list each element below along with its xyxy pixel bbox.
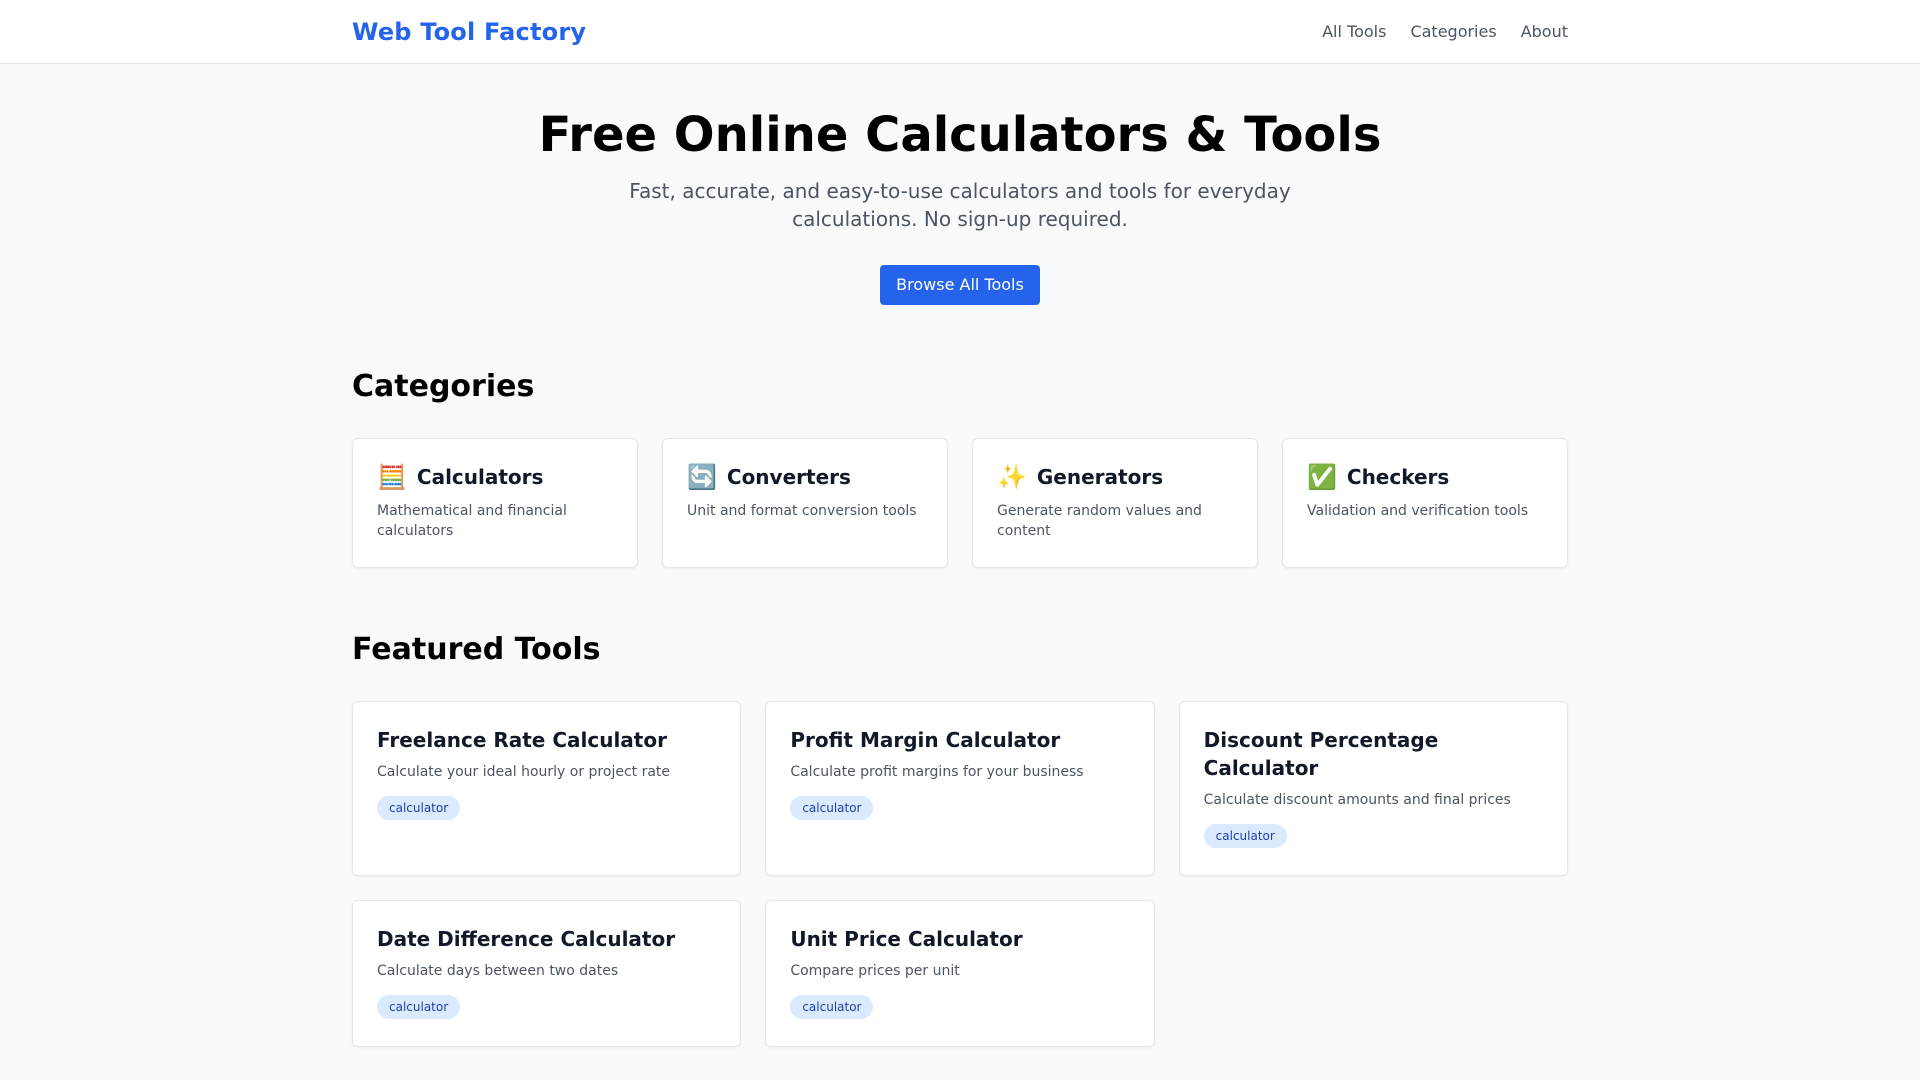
- tool-tag: calculator: [1203, 824, 1287, 849]
- browse-all-tools-button[interactable]: Browse All Tools: [880, 265, 1040, 306]
- tool-name: Unit Price Calculator: [790, 927, 1023, 952]
- site-header: Web Tool Factory All Tools Categories Ab…: [0, 0, 1920, 64]
- tool-description: Calculate your ideal hourly or project r…: [377, 764, 671, 781]
- tool-name: Date Difference Calculator: [377, 927, 676, 952]
- main-content: Free Online Calculators & Tools Fast, ac…: [352, 64, 1568, 1048]
- category-name: Checkers: [1346, 465, 1450, 490]
- category-name: Converters: [726, 465, 851, 490]
- tool-card-date-difference-calculator[interactable]: Date Difference Calculator Calculate day…: [352, 900, 742, 1048]
- category-description: Mathematical and financial calculators: [377, 503, 567, 540]
- category-card-header: ✨ Generators: [997, 463, 1233, 491]
- tool-description: Calculate profit margins for your busine…: [790, 764, 1084, 781]
- tool-tag: calculator: [790, 796, 874, 821]
- main-nav: All Tools Categories About: [1322, 22, 1568, 41]
- categories-heading: Categories: [352, 369, 535, 405]
- category-card-header: 🔄 Converters: [687, 463, 923, 491]
- tool-name: Freelance Rate Calculator: [377, 728, 667, 753]
- category-card-checkers[interactable]: ✅ Checkers Validation and verification t…: [1282, 438, 1568, 569]
- hero-section: Free Online Calculators & Tools Fast, ac…: [352, 64, 1568, 306]
- nav-link-all-tools[interactable]: All Tools: [1322, 22, 1386, 41]
- abacus-icon: 🧮: [377, 463, 407, 492]
- tool-card-unit-price-calculator[interactable]: Unit Price Calculator Compare prices per…: [765, 900, 1155, 1048]
- tool-tag: calculator: [377, 995, 461, 1020]
- category-name: Generators: [1036, 465, 1164, 490]
- category-description: Unit and format conversion tools: [687, 503, 917, 520]
- nav-link-categories[interactable]: Categories: [1410, 22, 1496, 41]
- check-mark-icon: ✅: [1307, 463, 1337, 492]
- hero-subtitle: Fast, accurate, and easy-to-use calculat…: [629, 179, 1291, 232]
- categories-grid: 🧮 Calculators Mathematical and financial…: [352, 438, 1568, 569]
- hero-title: Free Online Calculators & Tools: [538, 107, 1382, 163]
- category-card-header: ✅ Checkers: [1307, 463, 1543, 491]
- site-logo-link[interactable]: Web Tool Factory: [352, 18, 586, 46]
- category-card-header: 🧮 Calculators: [377, 463, 613, 491]
- tool-description: Compare prices per unit: [790, 963, 960, 980]
- tool-card-discount-percentage-calculator[interactable]: Discount Percentage Calculator Calculate…: [1178, 701, 1568, 877]
- tool-description: Calculate discount amounts and final pri…: [1203, 792, 1511, 809]
- tool-card-freelance-rate-calculator[interactable]: Freelance Rate Calculator Calculate your…: [352, 701, 742, 877]
- tool-name: Profit Margin Calculator: [790, 728, 1061, 753]
- tool-tag: calculator: [790, 995, 874, 1020]
- category-card-generators[interactable]: ✨ Generators Generate random values and …: [972, 438, 1258, 569]
- category-card-converters[interactable]: 🔄 Converters Unit and format conversion …: [662, 438, 948, 569]
- tool-card-profit-margin-calculator[interactable]: Profit Margin Calculator Calculate profi…: [765, 701, 1155, 877]
- category-description: Validation and verification tools: [1307, 503, 1529, 520]
- header-inner: Web Tool Factory All Tools Categories Ab…: [352, 0, 1568, 63]
- tool-tag: calculator: [377, 796, 461, 821]
- nav-link-about[interactable]: About: [1521, 22, 1568, 41]
- featured-tools-heading: Featured Tools: [352, 632, 601, 668]
- sparkles-icon: ✨: [997, 463, 1027, 492]
- category-name: Calculators: [416, 465, 544, 490]
- category-card-calculators[interactable]: 🧮 Calculators Mathematical and financial…: [352, 438, 638, 569]
- tool-name: Discount Percentage Calculator: [1203, 728, 1439, 781]
- featured-tools-grid: Freelance Rate Calculator Calculate your…: [352, 701, 1568, 1048]
- refresh-arrows-icon: 🔄: [687, 463, 717, 492]
- tool-description: Calculate days between two dates: [377, 963, 619, 980]
- category-description: Generate random values and content: [997, 503, 1202, 540]
